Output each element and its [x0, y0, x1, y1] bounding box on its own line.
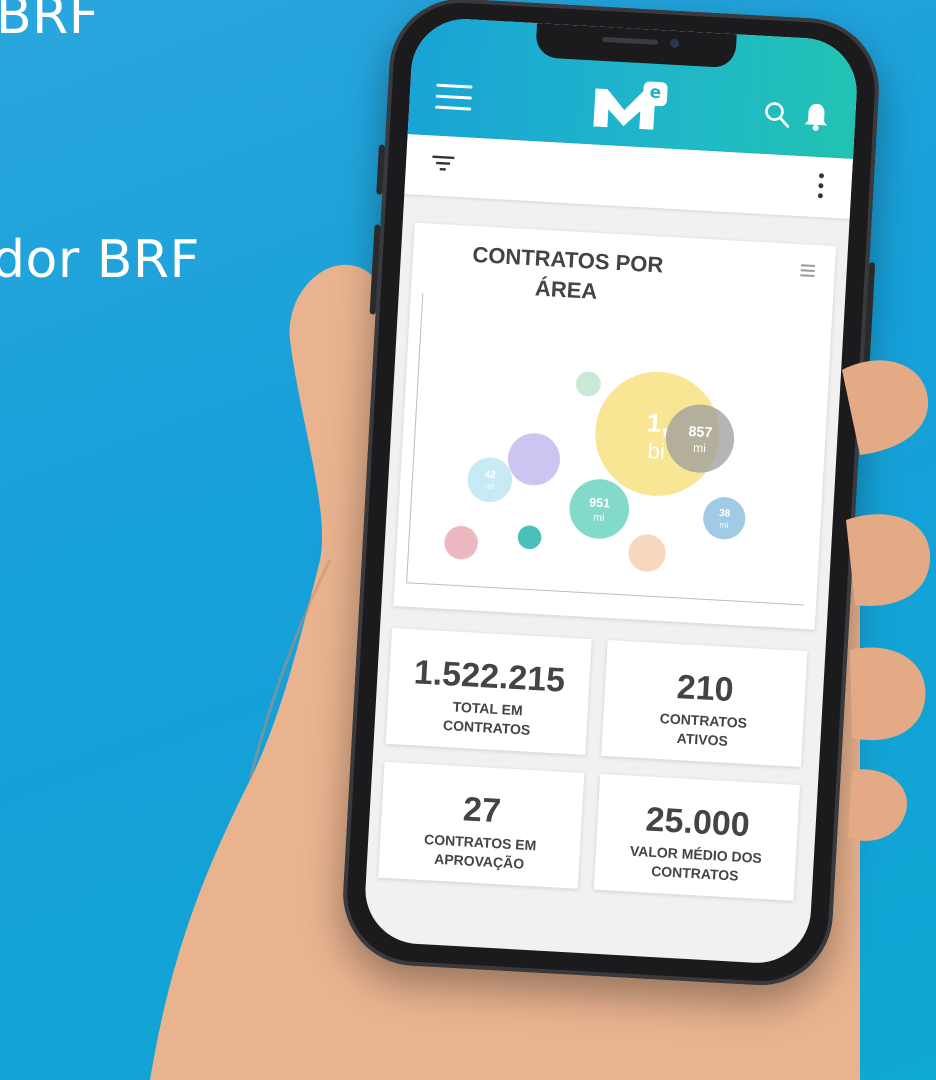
kpi-value: 25.000	[644, 800, 751, 845]
bubble-label-5: 38	[719, 508, 731, 520]
bubble-label-2: 951	[589, 495, 611, 510]
bubble-label-4: 42	[484, 470, 496, 482]
bubble-9[interactable]	[517, 525, 542, 550]
phone-volume-up	[369, 224, 381, 315]
phone-device: e 1, bi 857 mi 951 mi 42 mi 38 mi CONTRATOS POR Á…	[339, 0, 883, 989]
kpi-value: 27	[462, 790, 502, 831]
more-options-icon[interactable]	[817, 173, 827, 201]
bubble-3[interactable]	[506, 432, 561, 487]
kpi-label: CONTRATOS ATIVOS	[659, 710, 748, 749]
phone-screen: e 1, bi 857 mi 951 mi 42 mi 38 mi CONTRATOS POR Á…	[362, 16, 860, 966]
bubble-8[interactable]	[575, 371, 601, 397]
bubble-6[interactable]	[627, 533, 666, 572]
phone-mute-switch	[376, 144, 386, 195]
y-axis-line	[406, 293, 424, 583]
kpi-label: TOTAL EM CONTRATOS	[442, 698, 531, 738]
logo-e-badge: e	[642, 81, 668, 107]
kpi-value: 210	[675, 668, 735, 710]
front-camera	[669, 38, 680, 49]
kpi-label: VALOR MÉDIO DOS CONTRATOS	[629, 842, 763, 884]
background-heading-brf-2: dor BRF	[0, 230, 200, 290]
app-logo: e	[591, 78, 674, 130]
bubble-unit-2: mi	[593, 512, 605, 525]
hamburger-menu-icon[interactable]	[435, 83, 473, 112]
phone-power-button	[862, 262, 876, 383]
bubble-7[interactable]	[444, 525, 479, 560]
contracts-by-area-chart-card: 1, bi 857 mi 951 mi 42 mi 38 mi CONTRATOS POR ÁRE…	[393, 222, 837, 630]
kpi-label: CONTRATOS EM APROVAÇÃO	[423, 831, 537, 872]
speaker-grille	[602, 36, 659, 45]
filter-icon[interactable]	[432, 154, 455, 173]
x-axis-line	[406, 582, 805, 606]
kpi-card-contracts-in-approval: 27 CONTRATOS EM APROVAÇÃO	[378, 761, 585, 889]
bubble-label-1: 857	[688, 424, 713, 441]
bubble-unit-1: mi	[693, 441, 707, 456]
kpi-card-active-contracts: 210 CONTRATOS ATIVOS	[601, 640, 808, 768]
kpi-value: 1.522.215	[412, 653, 567, 700]
bubble-unit-0: bi	[647, 438, 666, 464]
kpi-card-total-contracts: 1.522.215 TOTAL EM CONTRATOS	[385, 627, 592, 755]
bubble-unit-4: mi	[485, 481, 495, 491]
kpi-card-average-contract-value: 25.000 VALOR MÉDIO DOS CONTRATOS	[593, 773, 800, 901]
background-heading-brf: BRF	[0, 0, 100, 46]
bubble-label-0: 1,	[646, 407, 669, 438]
chart-menu-icon[interactable]	[800, 264, 815, 278]
bubble-unit-5: mi	[719, 520, 729, 530]
search-icon[interactable]	[763, 100, 793, 130]
notification-bell-icon[interactable]	[802, 100, 830, 131]
